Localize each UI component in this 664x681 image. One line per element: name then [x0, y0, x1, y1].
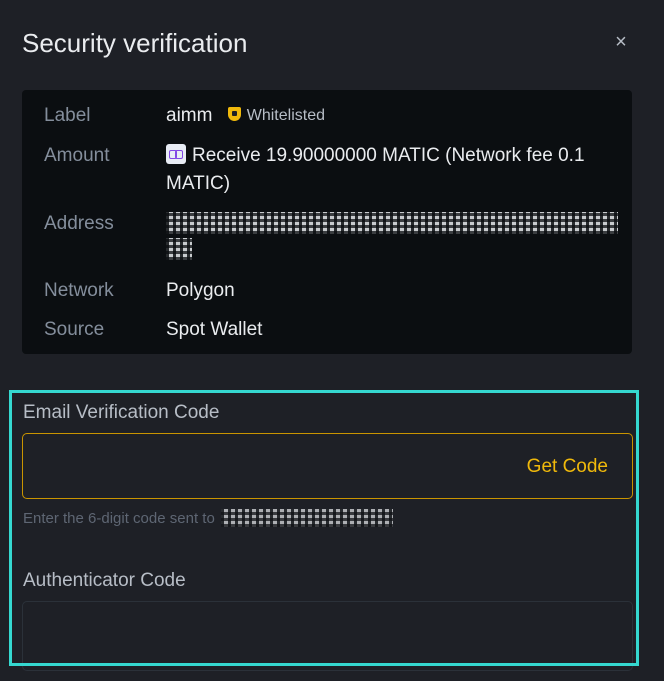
network-row: Network Polygon — [44, 277, 622, 305]
amount-value-wrap: Receive 19.90000000 MATIC (Network fee 0… — [166, 142, 622, 198]
matic-coin-icon — [166, 144, 186, 164]
network-key: Network — [44, 280, 114, 301]
close-icon[interactable]: × — [611, 32, 631, 52]
shield-icon — [227, 107, 241, 121]
amount-row: Amount Receive 19.90000000 MATIC (Networ… — [44, 142, 622, 198]
source-value: Spot Wallet — [166, 319, 263, 340]
whitelisted-badge: Whitelisted — [227, 102, 325, 130]
label-key: Label — [44, 105, 91, 126]
security-verification-modal: Security verification × Label aimm White… — [0, 0, 664, 681]
address-value-wrap — [166, 210, 618, 260]
address-redacted — [166, 212, 618, 234]
address-key: Address — [44, 213, 114, 234]
amount-value: Receive 19.90000000 MATIC (Network fee 0… — [166, 145, 585, 194]
amount-key: Amount — [44, 145, 110, 166]
label-row: Label aimm Whitelisted — [44, 102, 622, 130]
source-row: Source Spot Wallet — [44, 316, 622, 344]
label-value: aimm — [166, 105, 213, 127]
highlight-box — [9, 390, 639, 666]
network-value: Polygon — [166, 280, 235, 301]
label-value-wrap: aimm Whitelisted — [166, 102, 325, 130]
modal-title: Security verification — [22, 28, 248, 58]
source-key: Source — [44, 319, 105, 340]
address-redacted-tail — [166, 238, 192, 260]
address-row: Address — [44, 210, 622, 260]
withdrawal-details-panel: Label aimm Whitelisted Amount Receive 19… — [22, 90, 632, 354]
whitelisted-text: Whitelisted — [246, 107, 325, 124]
